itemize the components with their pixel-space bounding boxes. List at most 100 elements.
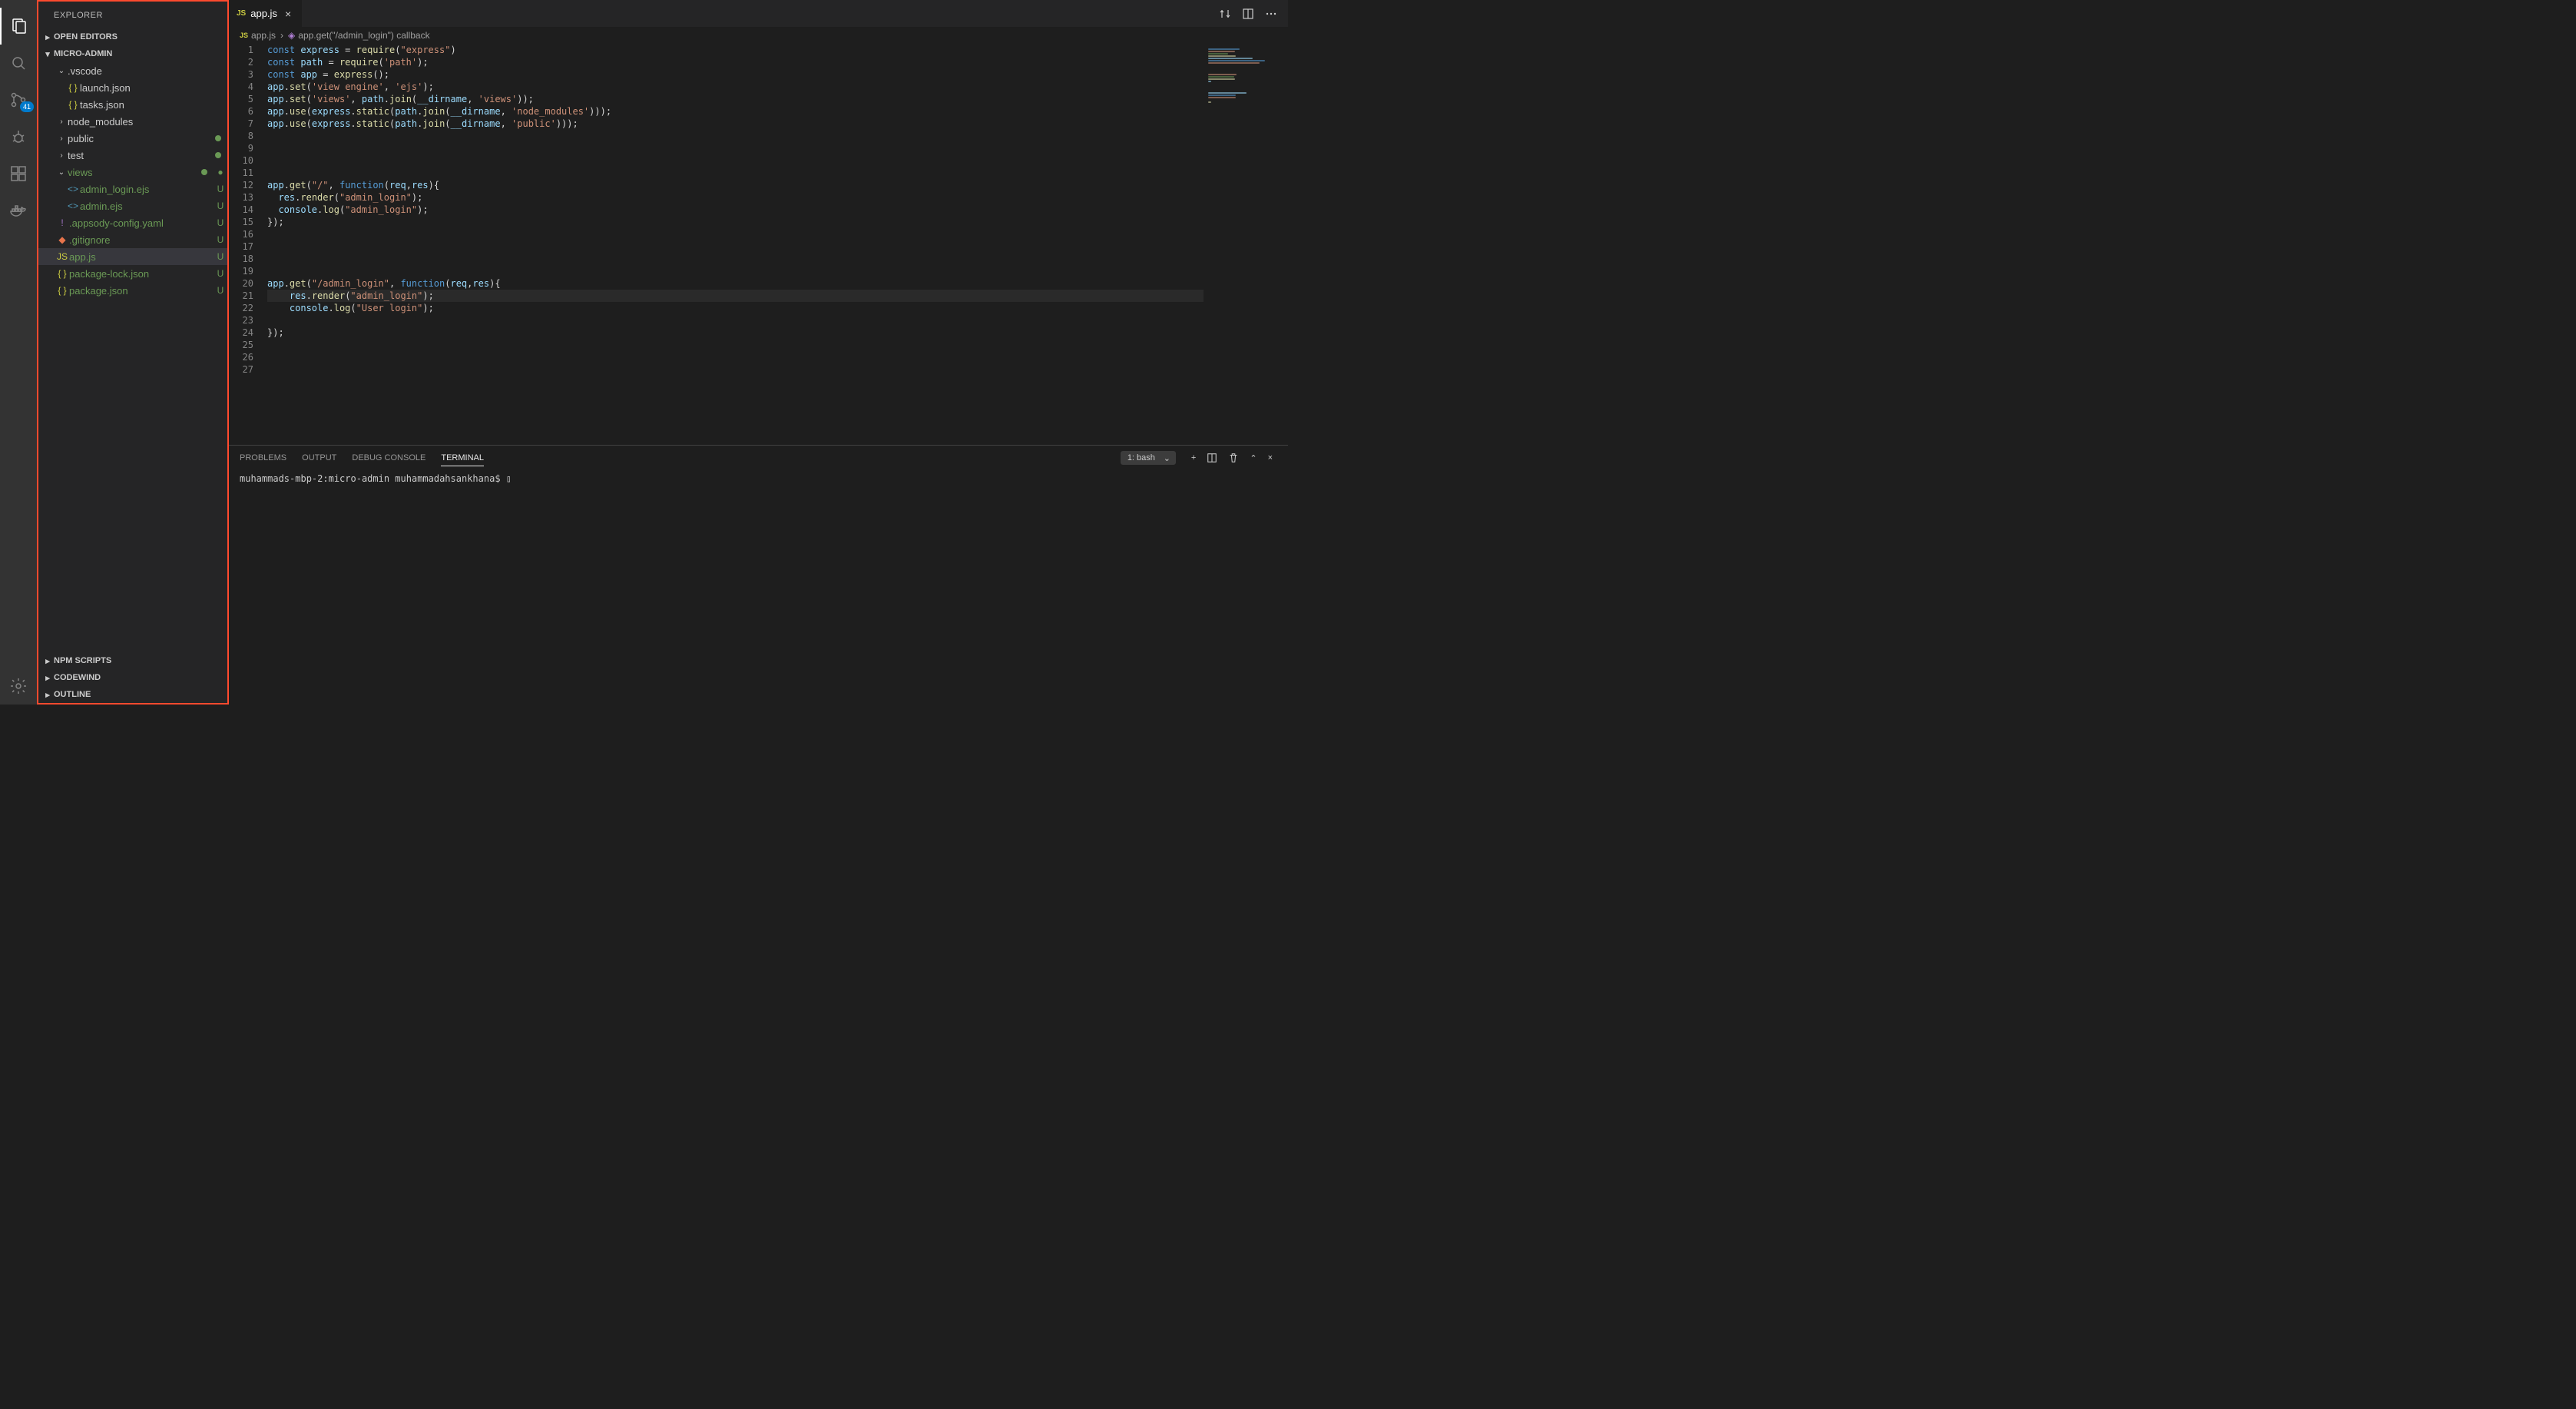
docker-icon[interactable]: [0, 192, 37, 229]
tab-label: app.js: [250, 8, 277, 19]
tree-item-label: admin_login.ejs: [80, 184, 214, 195]
modified-dot-icon: [215, 135, 221, 141]
line-numbers: 1234567891011121314151617181920212223242…: [229, 44, 267, 445]
folder-row[interactable]: ›public: [38, 130, 227, 147]
minimap[interactable]: [1204, 44, 1288, 445]
code-editor[interactable]: const express = require("express")const …: [267, 44, 1204, 445]
debug-icon[interactable]: [0, 118, 37, 155]
method-icon: ◈: [288, 30, 295, 41]
settings-gear-icon[interactable]: [0, 668, 37, 704]
maximize-panel-icon[interactable]: ⌃: [1250, 453, 1257, 463]
folder-row[interactable]: ⌄.vscode: [38, 62, 227, 79]
chevron-right-icon: ▸: [41, 690, 54, 700]
panel-tab-terminal[interactable]: TERMINAL: [441, 450, 484, 466]
search-icon[interactable]: [0, 45, 37, 81]
file-row[interactable]: { }launch.json: [38, 79, 227, 96]
explorer-sidebar: EXPLORER ▸ OPEN EDITORS ▾ MICRO-ADMIN ⌄.…: [37, 0, 229, 704]
modified-dot-icon: [201, 169, 207, 175]
terminal-output[interactable]: muhammads-mbp-2:micro-admin muhammadahsa…: [229, 470, 1288, 704]
tree-item-label: node_modules: [68, 116, 227, 128]
git-status: U: [214, 184, 227, 194]
tree-item-label: admin.ejs: [80, 201, 214, 212]
js-file-icon: JS: [55, 251, 69, 262]
git-status: U: [214, 217, 227, 228]
close-tab-icon[interactable]: ×: [282, 8, 294, 20]
bottom-panel: PROBLEMS OUTPUT DEBUG CONSOLE TERMINAL 1: b…: [229, 445, 1288, 704]
git-status: U: [214, 234, 227, 245]
extensions-icon[interactable]: [0, 155, 37, 192]
tree-item-label: public: [68, 133, 215, 144]
split-editor-icon[interactable]: [1242, 8, 1254, 20]
open-editors-section[interactable]: ▸ OPEN EDITORS: [38, 28, 227, 45]
tree-item-label: app.js: [69, 251, 214, 263]
json-file-icon: { }: [66, 82, 80, 93]
chevron-right-icon: ›: [55, 151, 68, 160]
folder-row[interactable]: ⌄views ●: [38, 164, 227, 181]
explorer-icon[interactable]: [0, 8, 37, 45]
file-row[interactable]: { }tasks.json: [38, 96, 227, 113]
sidebar-title: EXPLORER: [38, 2, 227, 28]
folder-row[interactable]: ›test: [38, 147, 227, 164]
tree-item-label: views: [68, 167, 201, 178]
ejs-file-icon: <>: [66, 201, 80, 211]
tree-item-label: test: [68, 150, 215, 161]
tree-item-label: .gitignore: [69, 234, 214, 246]
project-section[interactable]: ▾ MICRO-ADMIN: [38, 45, 227, 62]
js-file-icon: JS: [240, 31, 248, 39]
breadcrumbs[interactable]: JSapp.js › ◈app.get("/admin_login") call…: [229, 27, 1288, 44]
chevron-right-icon: ›: [55, 118, 68, 126]
file-row[interactable]: !.appsody-config.yamlU: [38, 214, 227, 231]
chevron-right-icon: ▸: [41, 32, 54, 42]
tree-item-label: launch.json: [80, 82, 227, 94]
more-actions-icon[interactable]: [1265, 8, 1277, 20]
compare-icon[interactable]: [1219, 8, 1231, 20]
tree-item-label: .appsody-config.yaml: [69, 217, 214, 229]
activity-bar: 41: [0, 0, 37, 704]
file-row[interactable]: <>admin.ejsU: [38, 197, 227, 214]
yaml-file-icon: !: [55, 217, 69, 228]
editor-actions: [1219, 0, 1288, 27]
editor-group: JS app.js × JSapp.js › ◈app.get("/admin_…: [229, 0, 1288, 704]
panel-tab-problems[interactable]: PROBLEMS: [240, 450, 286, 466]
tab-bar: JS app.js ×: [229, 0, 1288, 27]
chevron-right-icon: ›: [55, 134, 68, 143]
chevron-right-icon: ▸: [41, 673, 54, 683]
kill-terminal-icon[interactable]: [1228, 453, 1239, 463]
npm-scripts-section[interactable]: ▸NPM SCRIPTS: [38, 652, 227, 669]
panel-tab-debug-console[interactable]: DEBUG CONSOLE: [352, 450, 425, 466]
tree-item-label: .vscode: [68, 65, 227, 77]
file-row[interactable]: JSapp.jsU: [38, 248, 227, 265]
panel-tab-output[interactable]: OUTPUT: [302, 450, 336, 466]
panel-tabs: PROBLEMS OUTPUT DEBUG CONSOLE TERMINAL 1: b…: [229, 446, 1288, 470]
ejs-file-icon: <>: [66, 184, 80, 194]
chevron-down-icon: ▾: [41, 49, 54, 59]
file-row[interactable]: { }package.jsonU: [38, 282, 227, 299]
tree-item-label: package.json: [69, 285, 214, 297]
source-control-icon[interactable]: 41: [0, 81, 37, 118]
split-terminal-icon[interactable]: [1207, 453, 1217, 463]
outline-section[interactable]: ▸OUTLINE: [38, 686, 227, 703]
tree-item-label: package-lock.json: [69, 268, 214, 280]
file-row[interactable]: { }package-lock.jsonU: [38, 265, 227, 282]
git-file-icon: ◆: [55, 234, 69, 245]
codewind-section[interactable]: ▸CODEWIND: [38, 669, 227, 686]
tab-appjs[interactable]: JS app.js ×: [229, 0, 302, 27]
git-status: ●: [214, 167, 227, 177]
chevron-down-icon: ⌄: [55, 168, 68, 177]
folder-row[interactable]: ›node_modules: [38, 113, 227, 130]
js-file-icon: JS: [237, 9, 246, 18]
terminal-selector[interactable]: 1: bash ⌄: [1121, 451, 1176, 465]
json-file-icon: { }: [55, 268, 69, 279]
file-row[interactable]: <>admin_login.ejsU: [38, 181, 227, 197]
git-status: U: [214, 285, 227, 296]
git-status: U: [214, 201, 227, 211]
scm-badge: 41: [20, 101, 34, 112]
close-panel-icon[interactable]: ×: [1268, 453, 1273, 462]
chevron-right-icon: ▸: [41, 656, 54, 666]
file-row[interactable]: ◆.gitignoreU: [38, 231, 227, 248]
json-file-icon: { }: [66, 99, 80, 110]
modified-dot-icon: [215, 152, 221, 158]
json-file-icon: { }: [55, 285, 69, 296]
git-status: U: [214, 251, 227, 262]
new-terminal-icon[interactable]: +: [1191, 453, 1196, 462]
